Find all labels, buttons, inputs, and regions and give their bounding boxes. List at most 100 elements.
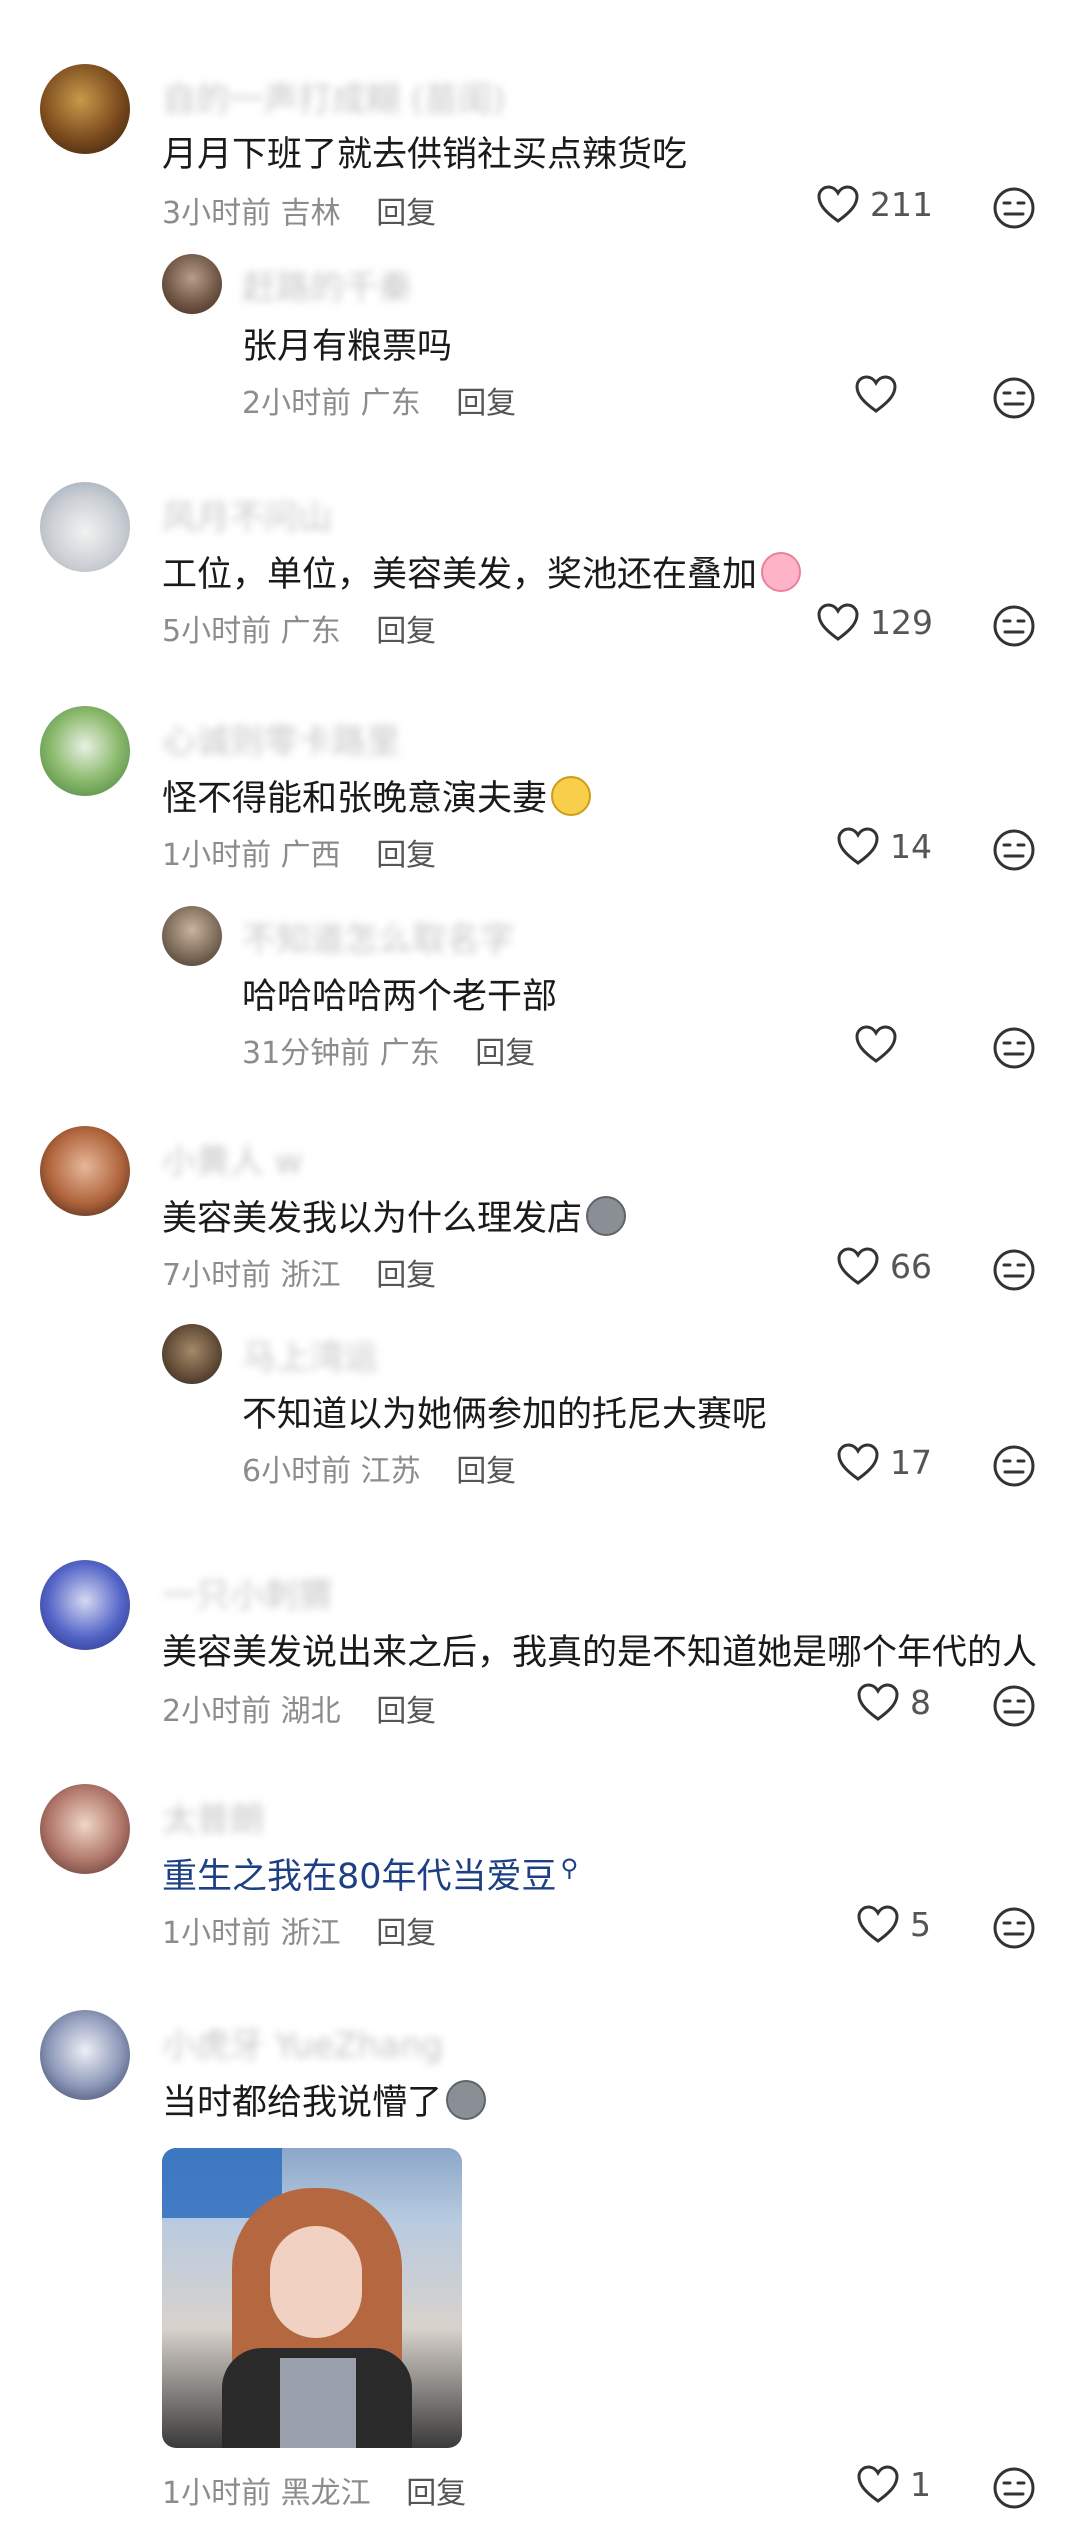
like-button[interactable]: 8 xyxy=(856,1682,931,1722)
reply-button[interactable]: 回复 xyxy=(456,1454,516,1489)
reply-button[interactable]: 回复 xyxy=(406,2476,466,2511)
heart-icon xyxy=(817,603,859,641)
like-button[interactable] xyxy=(854,374,908,414)
comment-meta: 5小时前 广东 回复 xyxy=(162,606,436,650)
comment-location: 黑龙江 xyxy=(280,2476,371,2511)
avatar[interactable] xyxy=(40,64,130,154)
comment-text-content[interactable]: 重生之我在80年代当爱豆 xyxy=(162,1857,557,1897)
comment-meta: 6小时前 江苏 回复 xyxy=(242,1446,516,1490)
reply-button[interactable]: 回复 xyxy=(376,614,436,649)
comment-meta: 1小时前 广西 回复 xyxy=(162,830,436,874)
like-count: 17 xyxy=(890,1442,932,1482)
username[interactable]: 马上湾运 xyxy=(242,1330,378,1379)
comment-meta: 1小时前 浙江 回复 xyxy=(162,1908,436,1952)
like-button[interactable] xyxy=(854,1024,908,1064)
reply-button[interactable]: 回复 xyxy=(376,838,436,873)
like-button[interactable]: 66 xyxy=(836,1246,932,1286)
emoji-face-icon[interactable] xyxy=(992,1026,1036,1070)
like-button[interactable]: 1 xyxy=(856,2464,931,2504)
comment-text: 不知道以为她俩参加的托尼大赛呢 xyxy=(242,1395,768,1435)
comment-meta: 2小时前 湖北 回复 xyxy=(162,1686,436,1730)
username[interactable]: 赶路的千秦 xyxy=(242,260,412,309)
doge-emoji xyxy=(551,776,592,816)
heart-icon xyxy=(837,1247,879,1285)
emoji-face-icon[interactable] xyxy=(992,1444,1036,1488)
comment-time: 1小时前 xyxy=(162,2476,272,2511)
username[interactable]: 小虎牙 YueZhang xyxy=(162,2018,443,2067)
avatar[interactable] xyxy=(40,482,130,572)
comment-location: 浙江 xyxy=(280,1916,341,1951)
like-button[interactable]: 211 xyxy=(816,184,933,224)
comment-text: 月月下班了就去供销社买点辣货吃 xyxy=(162,135,688,175)
avatar[interactable] xyxy=(162,906,222,966)
heart-icon xyxy=(837,827,879,865)
username[interactable]: 一只小刺猬 xyxy=(162,1568,332,1617)
username[interactable]: 风月不问山 xyxy=(162,490,332,539)
username[interactable]: 不知道怎么取名字 xyxy=(242,912,514,961)
heart-icon xyxy=(817,185,859,223)
emoji-face-icon[interactable] xyxy=(992,186,1036,230)
speechless-emoji xyxy=(586,1196,627,1236)
comment-text-content: 工位，单位，美容美发，奖池还在叠加 xyxy=(162,555,758,595)
comment-text: 美容美发说出来之后，我真的是不知道她是哪个年代的人 xyxy=(162,1633,1038,1673)
emoji-face-icon[interactable] xyxy=(992,1248,1036,1292)
emoji-face-icon[interactable] xyxy=(992,376,1036,420)
heart-icon xyxy=(857,1905,899,1943)
emoji-face-icon[interactable] xyxy=(992,1906,1036,1950)
username[interactable]: 自的一声打成糊 (苗闺) xyxy=(162,72,505,121)
reply-button[interactable]: 回复 xyxy=(376,196,436,231)
like-button[interactable]: 5 xyxy=(856,1904,931,1944)
avatar[interactable] xyxy=(162,254,222,314)
username[interactable]: 小黄人 w xyxy=(162,1134,303,1183)
comment-meta: 7小时前 浙江 回复 xyxy=(162,1250,436,1294)
image-person-face xyxy=(270,2226,362,2338)
heart-icon xyxy=(857,2465,899,2503)
username[interactable]: 太普朗 xyxy=(162,1792,264,1841)
avatar[interactable] xyxy=(162,1324,222,1384)
avatar[interactable] xyxy=(40,2010,130,2100)
comment-time: 1小时前 xyxy=(162,838,272,873)
search-icon[interactable]: ⚲ xyxy=(561,1854,579,1882)
like-count: 5 xyxy=(910,1904,931,1944)
emoji-face-icon[interactable] xyxy=(992,2466,1036,2510)
username[interactable]: 心诚则零卡路里 xyxy=(162,714,400,763)
reply-button[interactable]: 回复 xyxy=(456,386,516,421)
comment-location: 广东 xyxy=(360,386,421,421)
comment-meta: 1小时前 黑龙江 回复 xyxy=(162,2468,466,2512)
comment-location: 吉林 xyxy=(280,196,341,231)
comment-time: 31分钟前 xyxy=(242,1036,371,1071)
avatar[interactable] xyxy=(40,1126,130,1216)
comment-time: 2小时前 xyxy=(242,386,352,421)
heart-icon xyxy=(855,375,897,413)
reply-button[interactable]: 回复 xyxy=(376,1258,436,1293)
image-person-shirt xyxy=(280,2358,356,2448)
comment-time: 7小时前 xyxy=(162,1258,272,1293)
like-count: 14 xyxy=(890,826,932,866)
avatar[interactable] xyxy=(40,1784,130,1874)
comment-text: 张月有粮票吗 xyxy=(242,327,453,367)
reply-button[interactable]: 回复 xyxy=(376,1694,436,1729)
comment-image-thumbnail[interactable] xyxy=(162,2148,462,2448)
comment-meta: 2小时前 广东 回复 xyxy=(242,378,516,422)
like-button[interactable]: 17 xyxy=(836,1442,932,1482)
like-count: 66 xyxy=(890,1246,932,1286)
comment-location: 浙江 xyxy=(280,1258,341,1293)
like-button[interactable]: 14 xyxy=(836,826,932,866)
reply-button[interactable]: 回复 xyxy=(376,1916,436,1951)
reply-button[interactable]: 回复 xyxy=(475,1036,535,1071)
emoji-face-icon[interactable] xyxy=(992,604,1036,648)
comment-text: 工位，单位，美容美发，奖池还在叠加 xyxy=(162,546,802,597)
emoji-face-icon[interactable] xyxy=(992,1684,1036,1728)
comment-text-content: 当时都给我说懵了 xyxy=(162,2083,443,2123)
avatar[interactable] xyxy=(40,1560,130,1650)
heart-icon xyxy=(837,1443,879,1481)
like-button[interactable]: 129 xyxy=(816,602,933,642)
comment-location: 江苏 xyxy=(360,1454,421,1489)
comment-time: 1小时前 xyxy=(162,1916,272,1951)
emoji-face-icon[interactable] xyxy=(992,828,1036,872)
comment-time: 5小时前 xyxy=(162,614,272,649)
pig-emoji xyxy=(761,552,802,592)
comment-text[interactable]: 重生之我在80年代当爱豆 ⚲ xyxy=(162,1848,578,1899)
comment-meta: 31分钟前 广东 回复 xyxy=(242,1028,535,1072)
avatar[interactable] xyxy=(40,706,130,796)
